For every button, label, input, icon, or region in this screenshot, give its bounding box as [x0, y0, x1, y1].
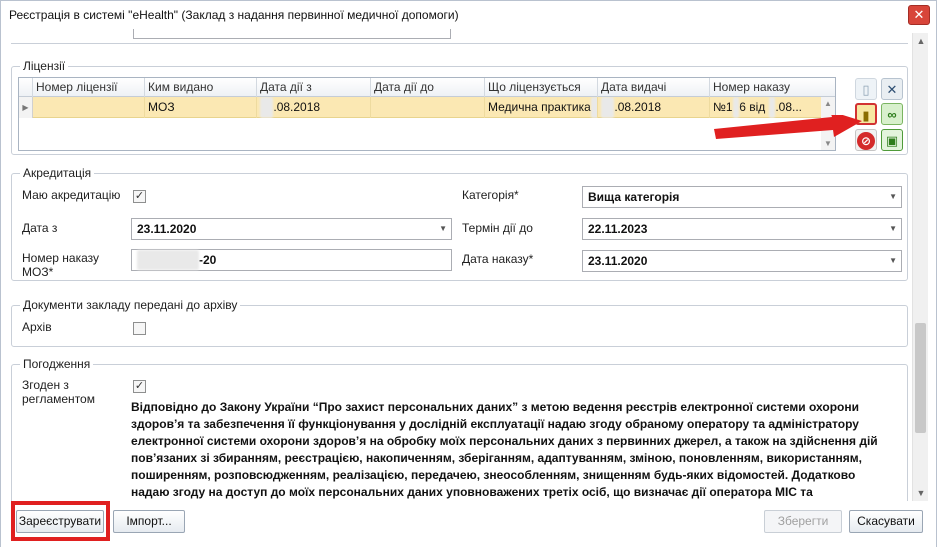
- wrench-icon[interactable]: ✕: [881, 78, 903, 100]
- col-issued-by[interactable]: Ким видано: [145, 78, 257, 97]
- archive-checkbox[interactable]: [133, 322, 146, 335]
- has-accreditation-label: Маю акредитацію: [22, 188, 121, 202]
- cell-issue-date: 00.08.2018: [598, 97, 710, 118]
- dialog-content: Ліцензії Номер ліцензії Ким видано Дата …: [7, 29, 910, 501]
- row-indicator-icon: ▶: [19, 97, 33, 118]
- import-button[interactable]: Імпорт...: [113, 510, 185, 533]
- vertical-scrollbar[interactable]: ▲ ▼: [912, 33, 928, 501]
- dialog-footer: Зареєструвати Імпорт... Зберегти Скасува…: [1, 501, 936, 547]
- term-value: 22.11.2023: [588, 222, 648, 236]
- add-document-icon[interactable]: ▯: [855, 78, 877, 100]
- register-highlight-box: [11, 501, 110, 541]
- cell-subject-text: Медична практика: [488, 100, 591, 114]
- chevron-down-icon[interactable]: ▼: [889, 251, 897, 271]
- order-number-field[interactable]: 0-20: [131, 249, 452, 271]
- order-number-value: -20: [199, 253, 217, 267]
- cell-subject: Медична практика00: [485, 97, 598, 118]
- date-from-value: 23.11.2020: [137, 222, 197, 236]
- link-icon[interactable]: ∞: [881, 103, 903, 125]
- header-indicator: [19, 78, 33, 97]
- archive-title: Документи закладу передані до архіву: [20, 298, 241, 312]
- grid-scroll-up-icon[interactable]: ▲: [821, 99, 835, 108]
- cell-date-from-text: .08.2018: [273, 100, 321, 114]
- close-button[interactable]: ✕: [908, 5, 930, 25]
- col-order-number[interactable]: Номер наказу: [710, 78, 822, 97]
- close-icon: ✕: [913, 7, 925, 22]
- image-icon[interactable]: ▣: [881, 129, 903, 151]
- term-label: Термін дії до: [462, 221, 533, 235]
- col-subject[interactable]: Що ліцензується: [485, 78, 598, 97]
- cell-date-from: 00.08.2018: [257, 97, 371, 118]
- col-license-number[interactable]: Номер ліцензії: [33, 78, 145, 97]
- order-number-label: Номер наказу МОЗ*: [22, 251, 99, 279]
- licenses-grid[interactable]: Номер ліцензії Ким видано Дата дії з Дат…: [18, 77, 836, 151]
- window-title: Реєстрація в системі "eHealth" (Заклад з…: [9, 8, 459, 22]
- col-date-to[interactable]: Дата дії до: [371, 78, 485, 97]
- term-field[interactable]: 22.11.2023 ▼: [582, 218, 902, 240]
- has-accreditation-checkbox[interactable]: ✓: [133, 190, 146, 203]
- category-label: Категорія*: [462, 188, 519, 202]
- licenses-title: Ліцензії: [20, 59, 69, 73]
- cell-date-to: [371, 97, 485, 118]
- order-date-label: Дата наказу*: [462, 252, 534, 266]
- col-date-from[interactable]: Дата дії з: [257, 78, 371, 97]
- consent-text: Відповідно до Закону України “Про захист…: [131, 400, 878, 499]
- category-value: Вища категорія: [588, 190, 680, 204]
- cancel-button[interactable]: Скасувати: [849, 510, 923, 533]
- title-bar: Реєстрація в системі "eHealth" (Заклад з…: [1, 1, 936, 29]
- col-issue-date[interactable]: Дата видачі: [598, 78, 710, 97]
- top-field-partial[interactable]: [133, 29, 451, 39]
- cell-order-number-tail: 6 від: [739, 100, 766, 114]
- save-button[interactable]: Зберегти: [764, 510, 842, 533]
- consent-checkbox[interactable]: ✓: [133, 380, 146, 393]
- table-row[interactable]: ▶ МОЗ 00.08.2018 Медична практика00 00.0…: [19, 97, 827, 118]
- scroll-up-icon[interactable]: ▲: [913, 33, 929, 49]
- archive-label: Архів: [22, 320, 52, 334]
- chevron-down-icon[interactable]: ▼: [889, 187, 897, 207]
- grid-header: Номер ліцензії Ким видано Дата дії з Дат…: [19, 78, 835, 97]
- date-from-label: Дата з: [22, 221, 58, 235]
- accreditation-title: Акредитація: [20, 166, 95, 180]
- registration-dialog: Реєстрація в системі "eHealth" (Заклад з…: [0, 0, 937, 547]
- consent-label: Згоден з регламентом: [22, 378, 95, 406]
- chevron-down-icon[interactable]: ▼: [439, 219, 447, 239]
- cell-issued-by: МОЗ: [145, 97, 257, 118]
- cell-license-number: [33, 97, 145, 118]
- scroll-thumb[interactable]: [915, 323, 926, 433]
- scroll-down-icon[interactable]: ▼: [913, 485, 929, 501]
- cell-order-number-head: №1: [713, 100, 733, 114]
- cell-order-date-tail: .08...: [775, 100, 803, 114]
- order-date-value: 23.11.2020: [588, 254, 648, 268]
- cell-issue-date-text: .08.2018: [614, 100, 662, 114]
- divider: [11, 43, 908, 44]
- chevron-down-icon[interactable]: ▼: [889, 219, 897, 239]
- consent-title: Погодження: [20, 357, 94, 371]
- category-select[interactable]: Вища категорія ▼: [582, 186, 902, 208]
- pointer-arrow-icon: [714, 115, 862, 139]
- date-from-field[interactable]: 23.11.2020 ▼: [131, 218, 452, 240]
- grid-scroll-down-icon[interactable]: ▼: [821, 139, 835, 148]
- licenses-group: Ліцензії Номер ліцензії Ким видано Дата …: [11, 59, 908, 155]
- order-date-field[interactable]: 23.11.2020 ▼: [582, 250, 902, 272]
